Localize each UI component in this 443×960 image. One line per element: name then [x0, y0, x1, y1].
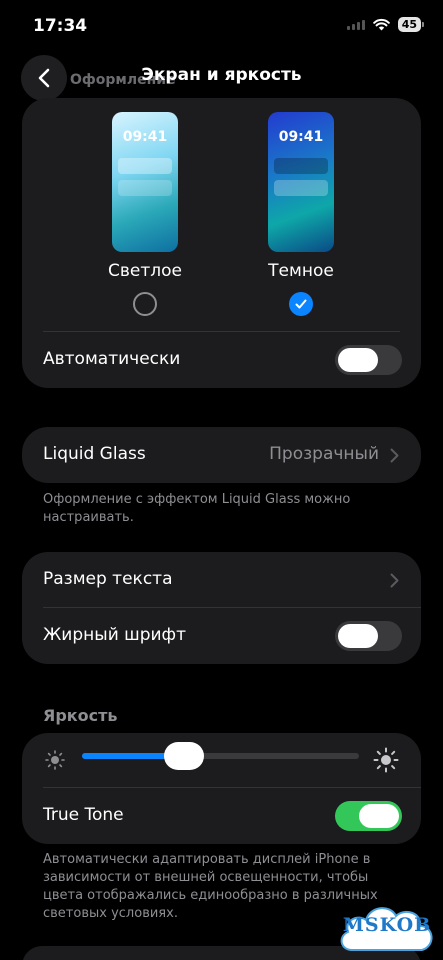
status-bar: 17:34 45: [0, 0, 443, 52]
automatic-label: Автоматически: [43, 349, 181, 369]
automatic-row: Автоматически: [22, 332, 421, 388]
light-theme-label: Светлое: [108, 261, 182, 281]
wifi-icon: [372, 18, 390, 31]
appearance-card: 09:41 Светлое 09:41 Темное Автоматически: [22, 98, 421, 388]
brightness-slider-thumb[interactable]: [164, 742, 205, 770]
liquid-glass-value: Прозрачный: [269, 444, 379, 464]
battery-indicator: 45: [397, 17, 425, 32]
chevron-right-icon: [390, 448, 399, 463]
bold-text-toggle[interactable]: [335, 621, 402, 651]
brightness-slider[interactable]: [82, 742, 359, 770]
bold-text-row: Жирный шрифт: [22, 608, 421, 664]
light-theme-preview[interactable]: 09:41: [112, 112, 178, 252]
liquid-glass-footnote: Оформление с эффектом Liquid Glass можно…: [43, 492, 351, 525]
brightness-high-icon: [373, 747, 399, 773]
text-size-row[interactable]: Размер текста: [22, 552, 421, 608]
automatic-toggle[interactable]: [335, 345, 402, 375]
text-size-label: Размер текста: [43, 569, 173, 589]
status-icons: 45: [346, 17, 425, 32]
status-time: 17:34: [33, 16, 88, 36]
watermark-logo: MSKOB: [334, 892, 440, 956]
bold-text-label: Жирный шрифт: [43, 625, 186, 645]
brightness-low-icon: [45, 750, 65, 770]
cellular-signal-icon: [346, 19, 365, 30]
theme-option-light[interactable]: 09:41 Светлое: [85, 112, 205, 322]
text-settings-card: Размер текста Жирный шрифт: [22, 552, 421, 664]
dark-theme-preview[interactable]: 09:41: [268, 112, 334, 252]
chevron-right-icon: [390, 573, 399, 588]
liquid-glass-card[interactable]: Liquid Glass Прозрачный: [22, 427, 421, 483]
dark-theme-radio[interactable]: [289, 292, 313, 316]
checkmark-icon: [295, 299, 307, 309]
watermark-text: MSKOB: [342, 914, 432, 936]
theme-option-dark[interactable]: 09:41 Темное: [241, 112, 361, 322]
liquid-glass-label: Liquid Glass: [43, 444, 146, 464]
brightness-header: Яркость: [43, 706, 118, 725]
light-theme-radio[interactable]: [133, 292, 157, 316]
true-tone-label: True Tone: [43, 805, 124, 825]
page-title: Экран и яркость: [141, 65, 302, 85]
brightness-card: True Tone: [22, 733, 421, 844]
dark-theme-label: Темное: [268, 261, 334, 281]
true-tone-toggle[interactable]: [335, 801, 402, 831]
navigation-bar: Экран и яркость: [0, 52, 443, 101]
true-tone-row: True Tone: [22, 788, 421, 844]
